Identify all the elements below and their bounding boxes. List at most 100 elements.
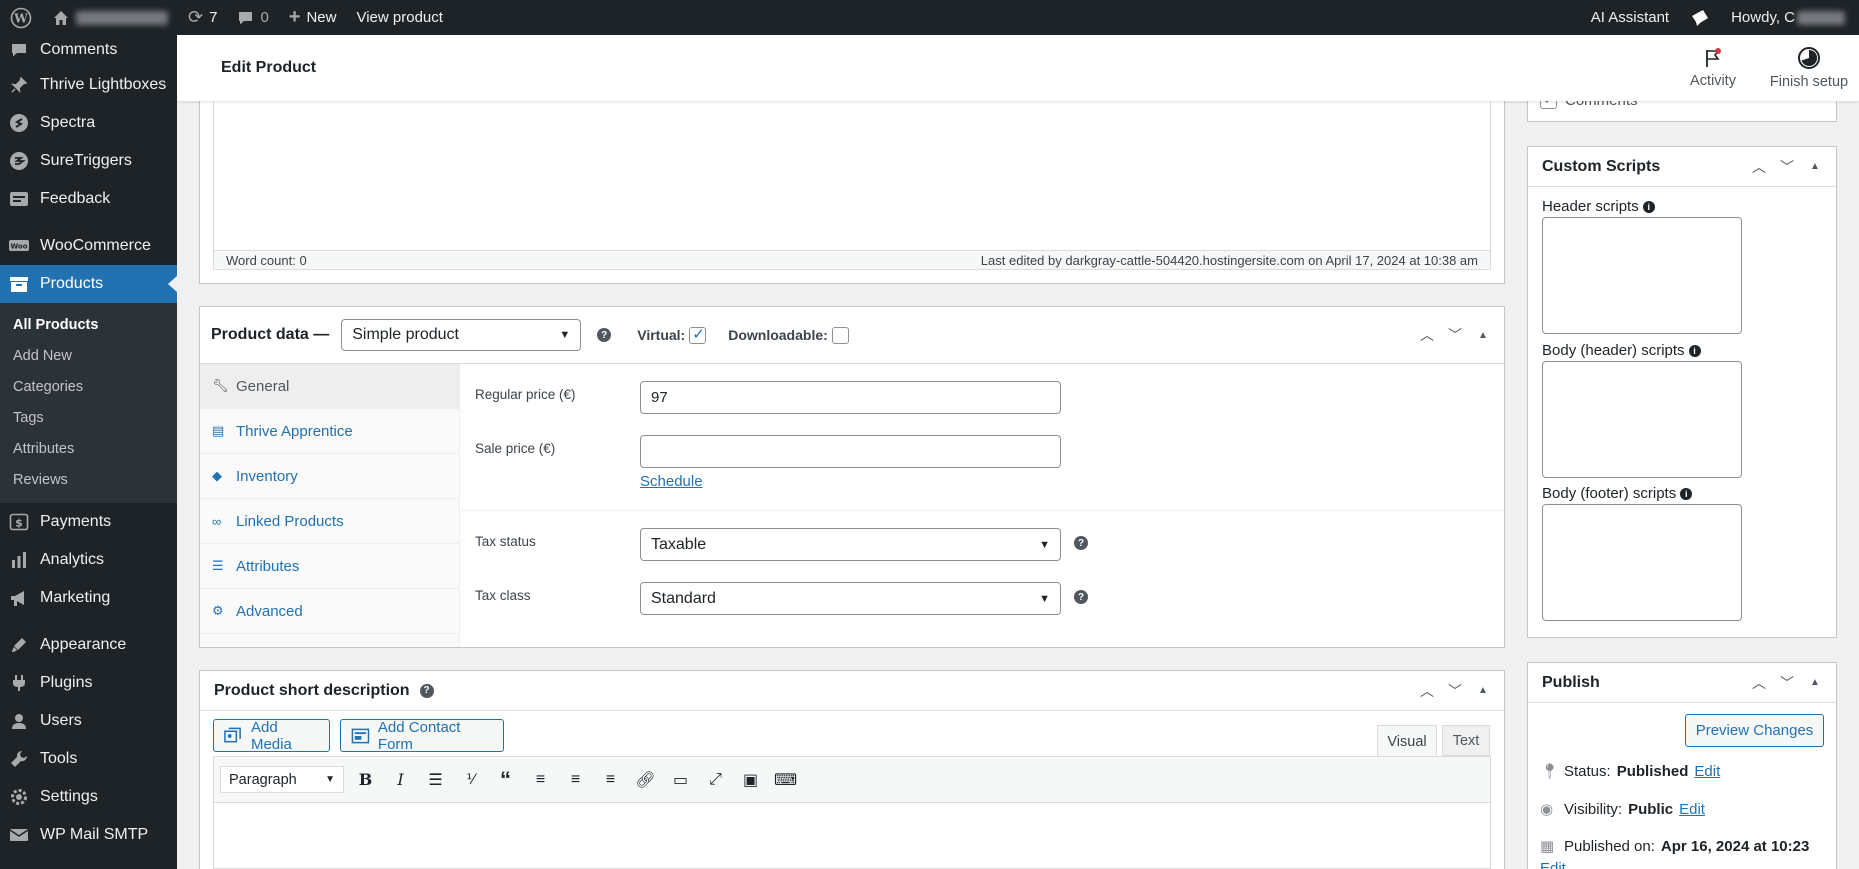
tab-attributes[interactable]: ☰ Attributes (200, 544, 459, 589)
short-description-editor[interactable] (213, 803, 1491, 869)
help-icon[interactable]: ? (1074, 590, 1088, 604)
collapse-toggle-icon[interactable]: ▲ (1472, 685, 1494, 696)
updates-link[interactable]: ⟳ 7 (178, 0, 227, 35)
move-up-icon[interactable]: ︿ (1748, 157, 1770, 177)
menu-settings[interactable]: Settings (0, 778, 177, 816)
activity-button[interactable]: Activity (1667, 35, 1759, 101)
downloadable-checkbox[interactable] (831, 326, 849, 344)
bold-icon[interactable]: B (352, 766, 379, 793)
comments-link[interactable]: 0 (227, 0, 278, 35)
align-right-icon[interactable]: ≡ (597, 766, 624, 793)
virtual-checkbox[interactable] (689, 325, 707, 344)
submenu-tags[interactable]: Tags (0, 402, 177, 433)
menu-woocommerce[interactable]: Woo WooCommerce (0, 227, 177, 265)
status-edit-link[interactable]: Edit (1694, 763, 1720, 780)
schedule-link[interactable]: Schedule (640, 473, 703, 490)
view-product-label: View product (356, 9, 443, 26)
tax-status-select[interactable]: Taxable ▼ (640, 528, 1061, 561)
product-type-select[interactable]: Simple product ▼ (341, 319, 582, 351)
regular-price-input[interactable]: 97 (640, 381, 1061, 414)
submenu-attributes[interactable]: Attributes (0, 433, 177, 464)
form-embed-icon[interactable]: ▣ (737, 766, 764, 793)
italic-icon[interactable]: I (387, 766, 414, 793)
menu-analytics[interactable]: Analytics (0, 541, 177, 579)
notifications-icon[interactable] (1679, 0, 1721, 35)
numbered-list-icon[interactable]: ⅟ (457, 766, 484, 793)
finish-setup-button[interactable]: Finish setup (1759, 35, 1859, 101)
published-on-edit-link[interactable]: Edit (1540, 860, 1566, 869)
sale-price-input[interactable] (640, 435, 1061, 468)
tab-text[interactable]: Text (1442, 725, 1490, 756)
menu-label: Comments (40, 41, 118, 58)
tab-visual[interactable]: Visual (1377, 725, 1437, 757)
tab-linked-products[interactable]: ∞ Linked Products (200, 499, 459, 544)
body-footer-scripts-textarea[interactable] (1542, 504, 1742, 621)
move-up-icon[interactable]: ︿ (1416, 325, 1438, 345)
tab-label: Inventory (236, 467, 298, 485)
tab-thrive-apprentice[interactable]: ▤ Thrive Apprentice (200, 409, 459, 454)
move-down-icon[interactable]: ﹀ (1776, 673, 1798, 693)
submenu-add-new[interactable]: Add New (0, 340, 177, 371)
collapse-toggle-icon[interactable]: ▲ (1804, 161, 1826, 172)
view-product-link[interactable]: View product (346, 0, 452, 35)
site-name[interactable] (42, 0, 178, 35)
menu-spectra[interactable]: Spectra (0, 104, 177, 142)
regular-price-label: Regular price (€) (475, 387, 576, 402)
tax-class-select[interactable]: Standard ▼ (640, 582, 1061, 615)
link-icon[interactable]: 🔗︎ (632, 766, 659, 793)
add-media-button[interactable]: Add Media (213, 719, 330, 753)
preview-changes-button[interactable]: Preview Changes (1685, 714, 1824, 747)
submenu-categories[interactable]: Categories (0, 371, 177, 402)
sale-price-label: Sale price (€) (475, 441, 556, 456)
blockquote-icon[interactable]: “ (492, 766, 519, 793)
toolbar-toggle-icon[interactable]: ⌨ (772, 766, 799, 793)
tab-general[interactable]: 🔧︎ General (200, 364, 459, 409)
tab-inventory[interactable]: ◆ Inventory (200, 454, 459, 499)
align-left-icon[interactable]: ≡ (527, 766, 554, 793)
wordpress-logo-icon[interactable]: W (0, 0, 42, 35)
menu-comments[interactable]: Comments (0, 34, 177, 66)
menu-appearance[interactable]: Appearance (0, 626, 177, 664)
menu-tools[interactable]: Tools (0, 740, 177, 778)
bullet-list-icon[interactable]: ☰ (422, 766, 449, 793)
move-up-icon[interactable]: ︿ (1416, 681, 1438, 701)
body-header-scripts-textarea[interactable] (1542, 361, 1742, 478)
collapse-toggle-icon[interactable]: ▲ (1804, 677, 1826, 688)
svg-text:Woo: Woo (10, 243, 27, 251)
header-scripts-textarea[interactable] (1542, 217, 1742, 334)
read-more-icon[interactable]: ▭ (667, 766, 694, 793)
collapse-toggle-icon[interactable]: ▲ (1472, 330, 1494, 341)
move-down-icon[interactable]: ﹀ (1444, 325, 1466, 345)
home-icon (54, 10, 68, 25)
menu-thrive-lightboxes[interactable]: Thrive Lightboxes (0, 66, 177, 104)
my-account[interactable]: Howdy, C (1721, 0, 1859, 35)
content-editor-area[interactable] (213, 101, 1491, 270)
book-icon: ▤ (212, 423, 225, 438)
menu-feedback[interactable]: Feedback (0, 180, 177, 218)
menu-products[interactable]: Products (0, 265, 177, 303)
menu-suretriggers[interactable]: SureTriggers (0, 142, 177, 180)
help-icon[interactable]: ? (597, 328, 612, 342)
menu-marketing[interactable]: Marketing (0, 579, 177, 617)
new-content-link[interactable]: + New (279, 0, 347, 35)
move-down-icon[interactable]: ﹀ (1444, 681, 1466, 701)
pin-icon: 📍︎ (1540, 763, 1560, 780)
fullscreen-icon[interactable]: ⤢ (702, 766, 729, 793)
align-center-icon[interactable]: ≡ (562, 766, 589, 793)
menu-users[interactable]: Users (0, 702, 177, 740)
progress-ring-icon (1798, 47, 1820, 69)
format-select[interactable]: Paragraph ▼ (220, 766, 344, 793)
ai-assistant-link[interactable]: AI Assistant (1581, 0, 1679, 35)
add-contact-form-button[interactable]: Add Contact Form (340, 719, 504, 753)
menu-payments[interactable]: $ Payments (0, 503, 177, 541)
submenu-all-products[interactable]: All Products (0, 309, 177, 340)
move-up-icon[interactable]: ︿ (1748, 673, 1770, 693)
menu-wp-mail-smtp[interactable]: WP Mail SMTP (0, 816, 177, 854)
submenu-reviews[interactable]: Reviews (0, 464, 177, 495)
help-icon[interactable]: ? (1074, 536, 1088, 550)
tab-advanced[interactable]: ⚙ Advanced (200, 589, 459, 634)
move-down-icon[interactable]: ﹀ (1776, 157, 1798, 177)
menu-plugins[interactable]: Plugins (0, 664, 177, 702)
help-icon[interactable]: ? (419, 683, 434, 698)
visibility-edit-link[interactable]: Edit (1679, 801, 1705, 818)
